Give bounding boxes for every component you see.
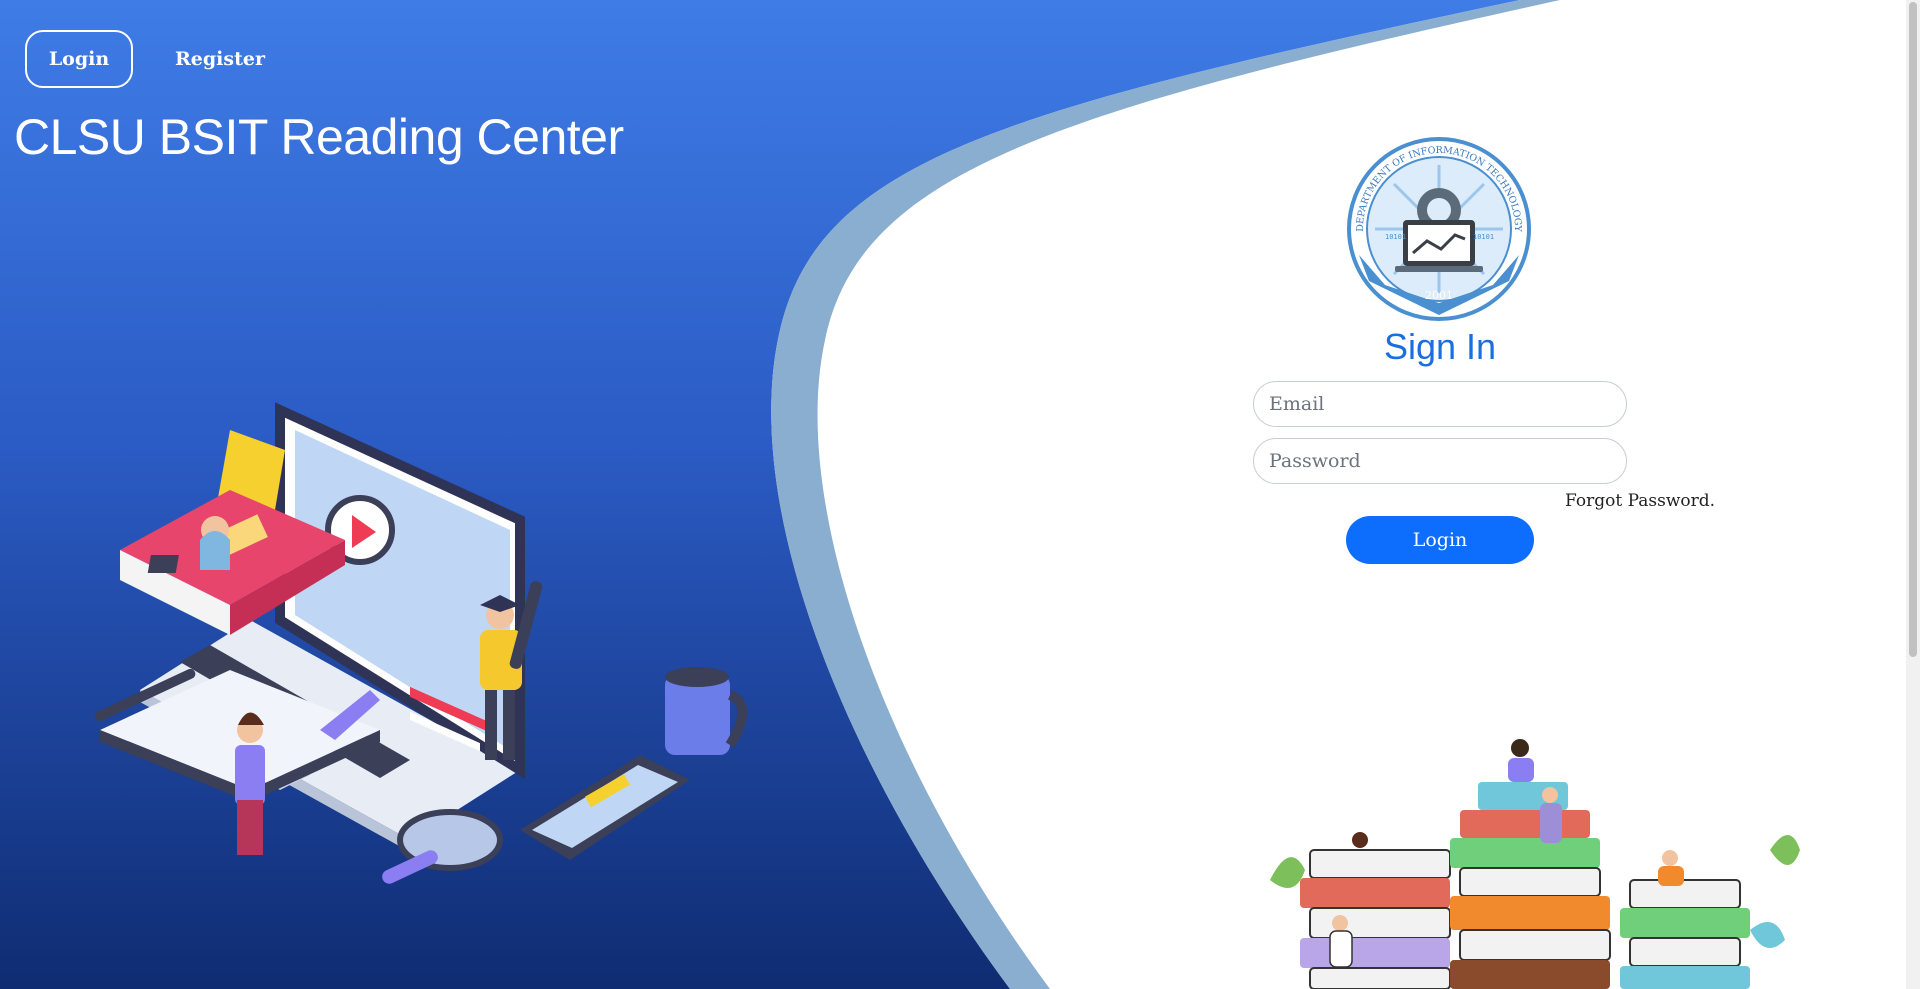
laptop-study-illustration: [94, 402, 748, 884]
logo-binary-right: 10101: [1473, 233, 1494, 241]
logo-year: 2001: [1425, 289, 1453, 302]
signin-title: Sign In: [1383, 326, 1497, 367]
nav-register-button[interactable]: Register: [163, 30, 277, 88]
top-nav: Login Register: [25, 30, 277, 88]
email-field[interactable]: [1253, 381, 1627, 427]
book-stack-readers-illustration: [1270, 739, 1800, 989]
site-title: CLSU BSIT Reading Center: [14, 109, 624, 165]
department-seal-logo: 2001 10101 10101 DEPARTMENT OF INFORMATI…: [1347, 137, 1531, 321]
scrollbar-thumb[interactable]: [1909, 2, 1917, 657]
page-scrollbar[interactable]: [1906, 0, 1920, 989]
login-button[interactable]: Login: [1346, 516, 1534, 564]
password-field[interactable]: [1253, 438, 1627, 484]
logo-binary: 10101: [1385, 233, 1406, 241]
forgot-password-link[interactable]: Forgot Password.: [1565, 491, 1715, 511]
nav-login-button[interactable]: Login: [25, 30, 133, 88]
